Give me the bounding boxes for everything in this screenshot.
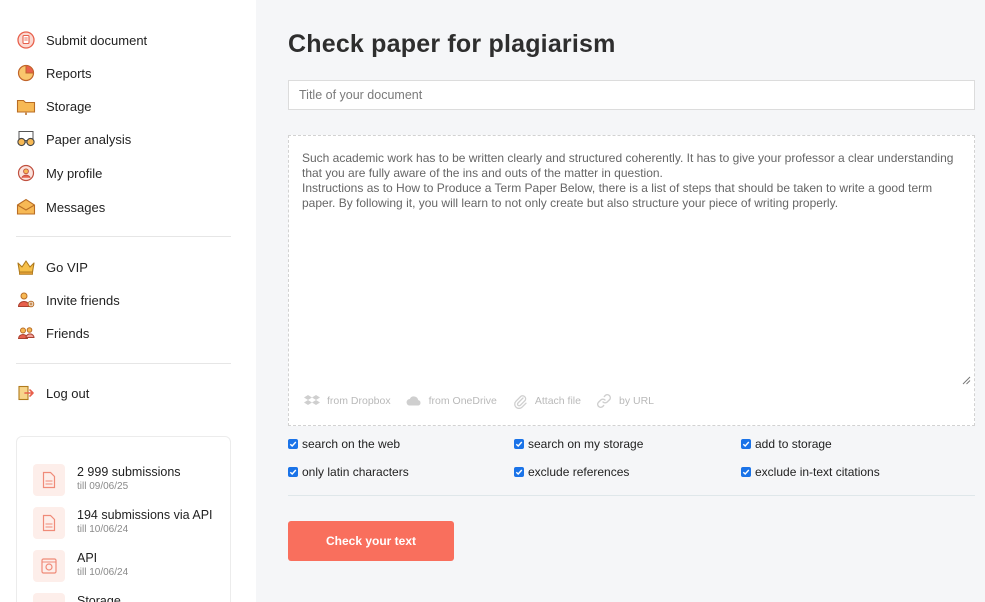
sidebar-item-label: Go VIP [46,259,88,275]
by-url-button[interactable]: by URL [595,393,654,409]
logout-icon [16,383,36,403]
option-exclude-references[interactable]: exclude references [514,465,629,479]
sidebar-item-storage[interactable]: Storage [16,93,92,119]
sidebar-item-friends[interactable]: Friends [16,320,89,346]
page-title: Check paper for plagiarism [288,30,616,58]
checkbox-checked-icon[interactable] [514,467,524,477]
paper-text-area[interactable]: Such academic work has to be written cle… [302,151,957,381]
plan-row-api-submissions: 194 submissions via API till 10/06/24 [33,507,213,539]
paper-analysis-glasses-icon [16,129,36,149]
option-add-to-storage[interactable]: add to storage [741,437,832,451]
option-exclude-citations[interactable]: exclude in-text citations [741,465,880,479]
upload-sources: from Dropbox from OneDrive Attach file b… [303,393,668,409]
check-text-button[interactable]: Check your text [288,521,454,561]
sidebar-item-label: My profile [46,165,103,181]
from-onedrive-button[interactable]: from OneDrive [405,393,497,409]
plan-count: API [77,551,98,565]
plan-row-storage: Storage [33,593,121,602]
invite-friends-icon [16,290,36,310]
checkbox-checked-icon[interactable] [741,439,751,449]
dropbox-icon [303,393,321,409]
sidebar-divider [16,236,231,237]
option-search-web[interactable]: search on the web [288,437,400,451]
paperclip-icon [511,393,529,409]
plan-expiry: till 10/06/24 [77,567,129,578]
sidebar-item-label: Submit document [46,32,148,48]
plan-count: 194 [77,508,98,522]
source-label: by URL [618,395,654,407]
plan-summary: 2 999 submissions till 09/06/25 194 subm… [16,436,231,602]
sidebar-item-submit-document[interactable]: Submit document [16,27,147,53]
plan-count: 2 999 [77,465,109,479]
plan-suffix: submissions via API [101,508,213,522]
envelope-icon [16,197,36,217]
sidebar-item-label: Paper analysis [46,131,132,147]
resize-handle-icon[interactable] [961,372,971,385]
storage-folder-icon [16,96,36,116]
sidebar-item-label: Messages [46,199,106,215]
option-label: search on my storage [528,437,644,451]
document-title-input[interactable] [288,80,975,110]
submit-document-icon [16,30,36,50]
sidebar-item-label: Reports [46,65,92,81]
sidebar-item-go-vip[interactable]: Go VIP [16,254,88,280]
sidebar-item-label: Log out [46,385,90,401]
api-gear-icon [33,550,65,582]
plan-count: Storage [77,594,121,602]
sidebar: Submit document Reports Storage Paper an… [0,0,256,602]
from-dropbox-button[interactable]: from Dropbox [303,393,391,409]
plan-row-submissions: 2 999 submissions till 09/06/25 [33,464,181,496]
checkbox-checked-icon[interactable] [288,439,298,449]
checkbox-checked-icon[interactable] [514,439,524,449]
attach-file-button[interactable]: Attach file [511,393,581,409]
sidebar-divider [16,363,231,364]
crown-icon [16,257,36,277]
plan-row-api: API till 10/06/24 [33,550,128,582]
reports-pie-icon [16,63,36,83]
plan-suffix: submissions [111,465,181,479]
checkbox-checked-icon[interactable] [741,467,751,477]
option-label: only latin characters [302,465,409,479]
document-icon [33,507,65,539]
onedrive-cloud-icon [405,393,423,409]
source-label: from Dropbox [327,395,391,407]
sidebar-item-log-out[interactable]: Log out [16,380,89,406]
paper-text-dropzone: Such academic work has to be written cle… [288,135,975,426]
source-label: from OneDrive [428,395,497,407]
storage-icon [33,593,65,602]
document-icon [33,464,65,496]
sidebar-item-invite-friends[interactable]: Invite friends [16,287,120,313]
sidebar-item-label: Invite friends [46,292,120,308]
sidebar-item-my-profile[interactable]: My profile [16,160,102,186]
option-only-latin[interactable]: only latin characters [288,465,409,479]
plan-expiry: till 09/06/25 [77,481,129,492]
sidebar-item-label: Storage [46,98,92,114]
option-label: exclude in-text citations [755,465,880,479]
options-divider [288,495,975,496]
checkbox-checked-icon[interactable] [288,467,298,477]
sidebar-item-messages[interactable]: Messages [16,194,105,220]
link-icon [595,393,613,409]
source-label: Attach file [534,395,581,407]
friends-icon [16,323,36,343]
sidebar-item-paper-analysis[interactable]: Paper analysis [16,126,131,152]
plan-expiry: till 10/06/24 [77,524,129,535]
option-label: add to storage [755,437,832,451]
profile-icon [16,163,36,183]
sidebar-item-reports[interactable]: Reports [16,60,92,86]
option-search-storage[interactable]: search on my storage [514,437,643,451]
sidebar-item-label: Friends [46,325,90,341]
option-label: search on the web [302,437,401,451]
option-label: exclude references [528,465,630,479]
